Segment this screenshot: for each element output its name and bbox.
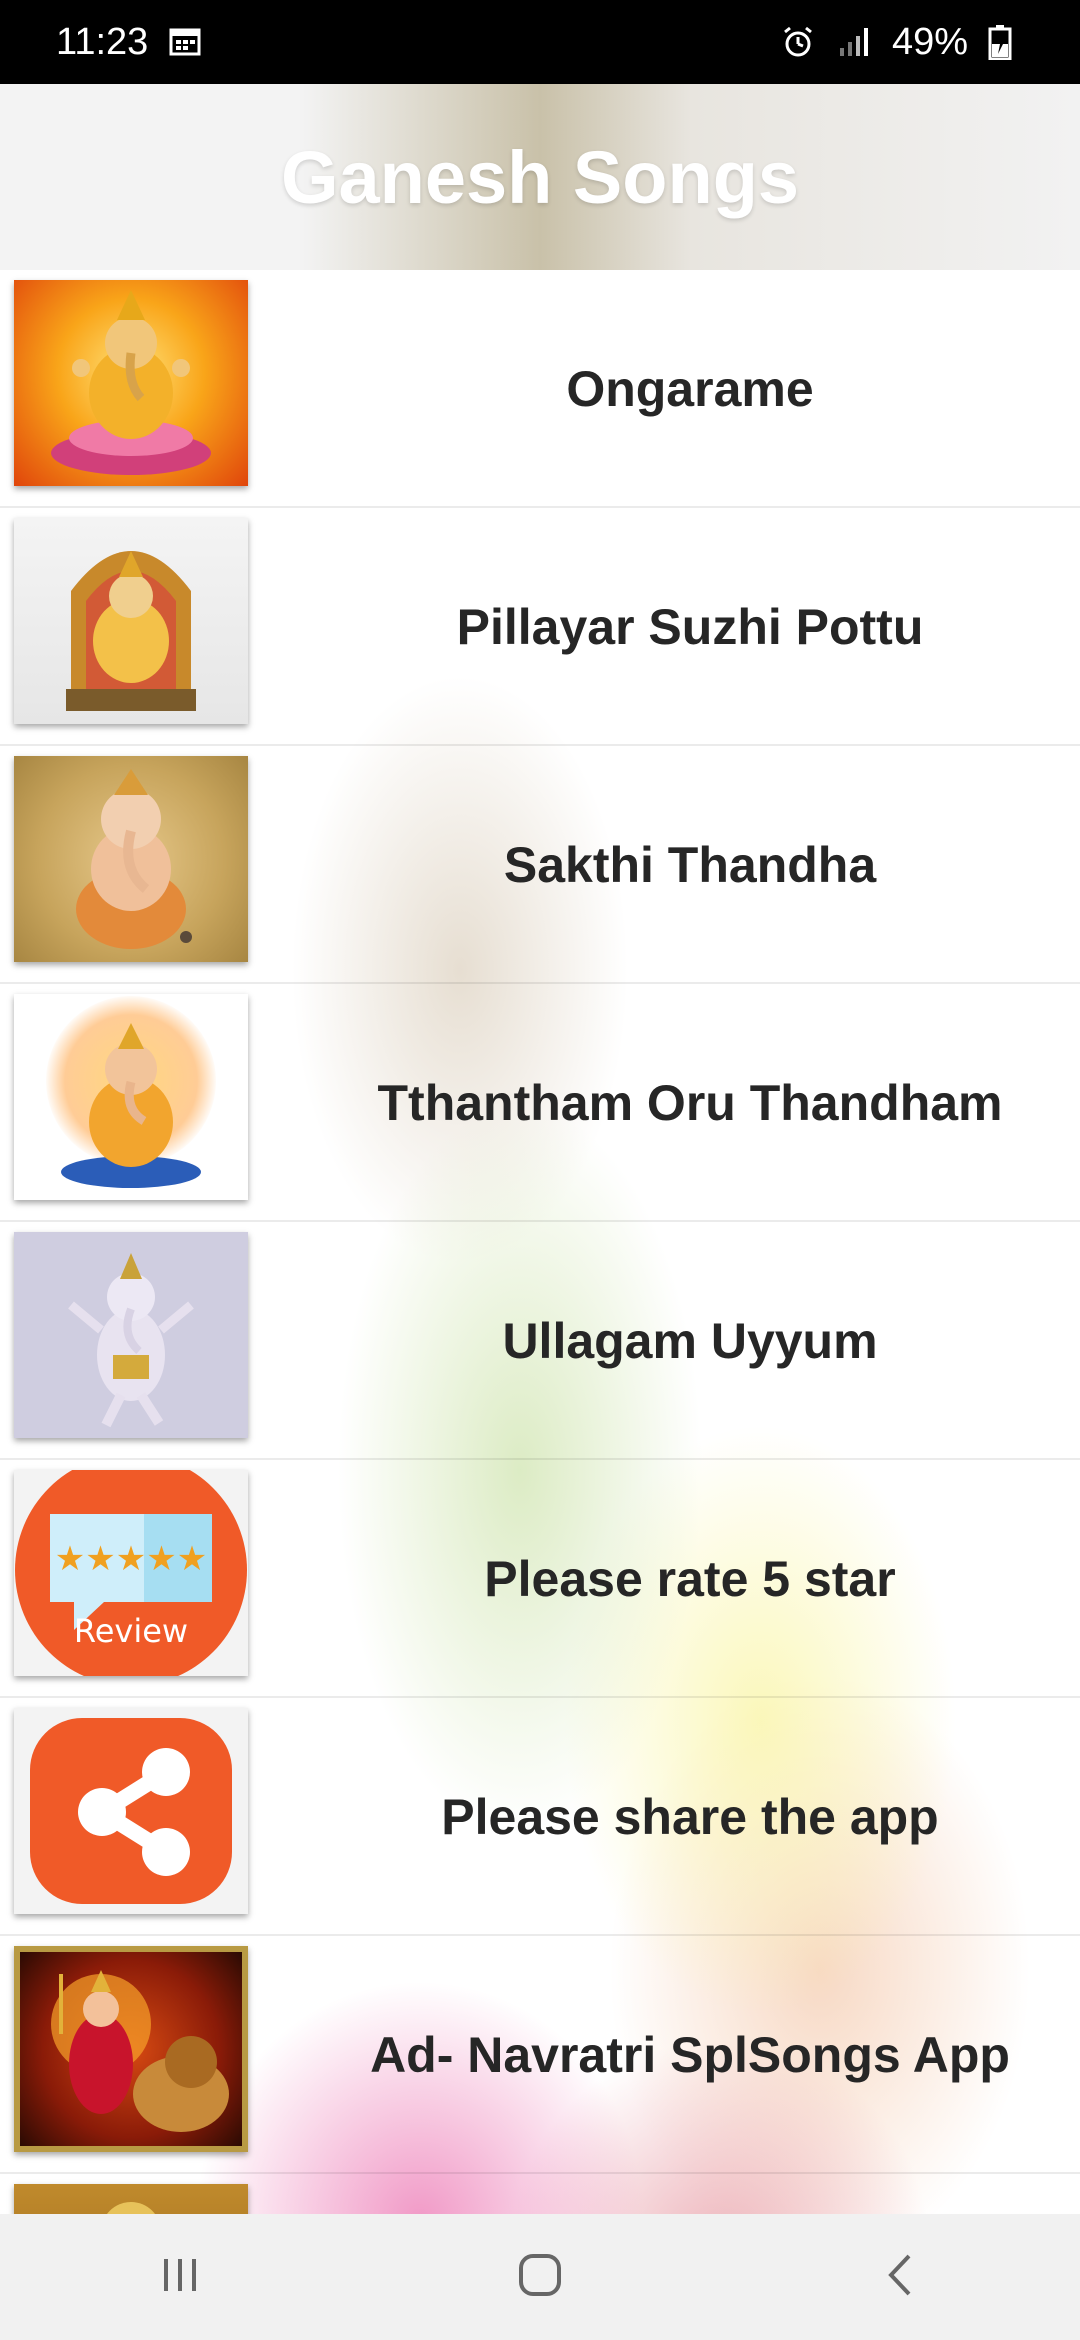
status-left: 11:23 [56,21,204,64]
recent-apps-icon [158,2255,202,2300]
status-bar: 11:23 49% [0,0,1080,84]
home-icon [517,2252,563,2303]
song-title: Ongarame [566,361,814,417]
ad-label: Ad- Navratri SplSongs App [370,2027,1010,2083]
share-icon [14,1708,248,1914]
rate-app-label: Please rate 5 star [484,1551,896,1607]
alarm-icon [780,24,816,60]
ganesha-on-throne-image [14,518,248,724]
share-app-item[interactable]: Please share the app [0,1698,1080,1936]
home-button[interactable] [480,2232,600,2322]
ganesha-with-halo-image [14,994,248,1200]
calendar-icon [168,24,204,60]
ganesha-dancing-image [14,1232,248,1438]
recent-apps-button[interactable] [120,2232,240,2322]
list-item[interactable]: Tthantham Oru Thandham [0,984,1080,1222]
song-title: Sakthi Thandha [503,837,877,893]
battery-charging-icon [988,24,1024,61]
song-title: Pillayar Suzhi Pottu [456,599,924,655]
battery-percent: 49% [891,20,968,63]
status-time: 11:23 [56,20,149,63]
back-button[interactable] [840,2232,960,2322]
app-header: Ganesh Songs [0,84,1080,270]
svg-text:★★★★★: ★★★★★ [55,1539,207,1579]
list-item[interactable]: Pillayar Suzhi Pottu [0,508,1080,746]
list-item[interactable] [0,2174,1080,2214]
back-icon [885,2252,915,2303]
status-right: 49% [780,21,1024,64]
ad-item[interactable]: Ad- Navratri SplSongs App [0,1936,1080,2174]
durga-on-lion-image [14,1946,248,2152]
list-item[interactable]: Ullagam Uyyum [0,1222,1080,1460]
song-list[interactable]: Ongarame Pillayar Suzhi Pottu Sakthi Tha… [0,270,1080,2214]
song-title: Ullagam Uyyum [502,1313,878,1369]
ganesha-seated-image [14,756,248,962]
system-nav-bar [0,2214,1080,2340]
ganesha-on-lotus-image [14,280,248,486]
review-stars-icon: ★★★★★ Review [14,1470,248,1676]
partial-next-image [14,2184,248,2214]
song-title: Tthantham Oru Thandham [377,1075,1003,1131]
review-badge-text: Review [74,1612,188,1650]
share-app-label: Please share the app [441,1789,939,1845]
list-item[interactable]: Sakthi Thandha [0,746,1080,984]
list-item[interactable]: Ongarame [0,270,1080,508]
rate-app-item[interactable]: ★★★★★ Review Please rate 5 star [0,1460,1080,1698]
page-title: Ganesh Songs [280,135,800,219]
signal-icon [836,24,872,60]
